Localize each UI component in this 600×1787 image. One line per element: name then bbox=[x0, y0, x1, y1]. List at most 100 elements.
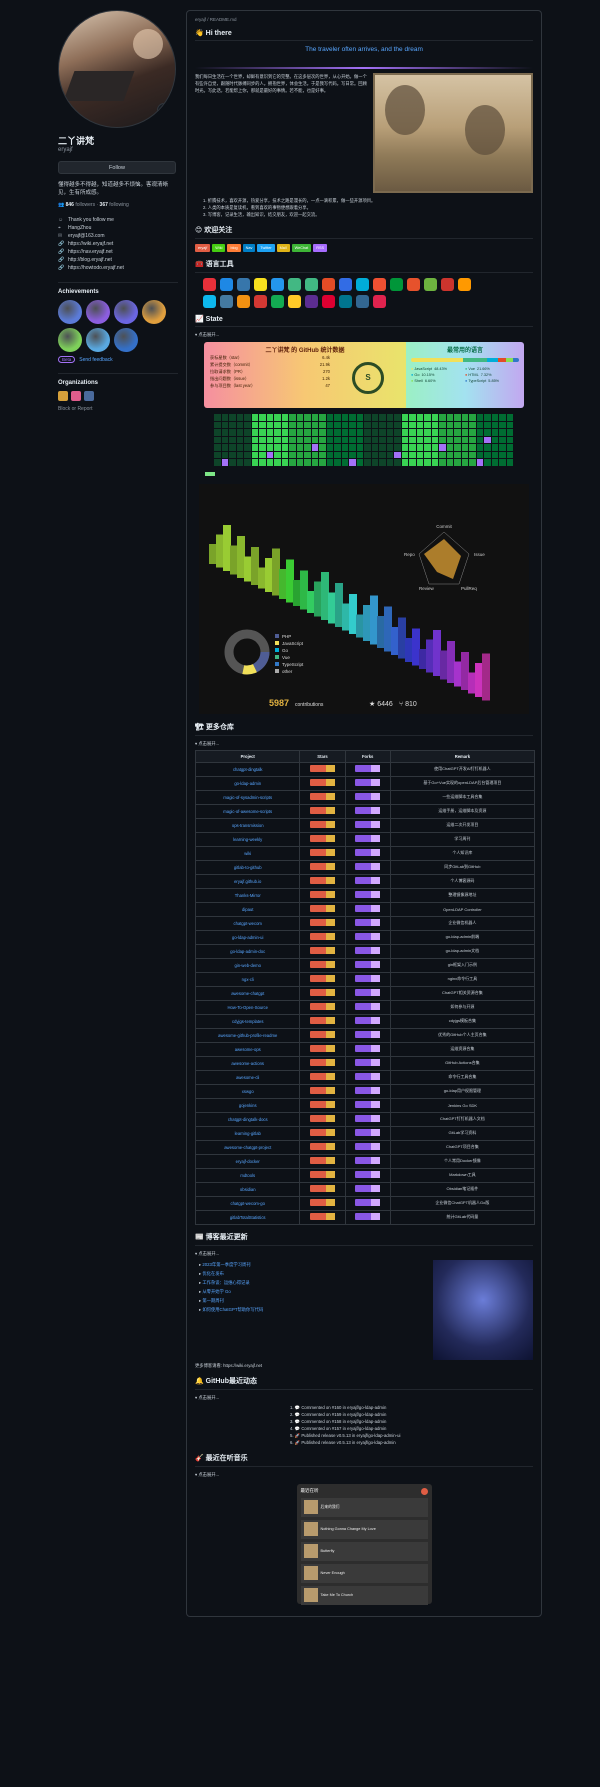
achievement-badge[interactable] bbox=[58, 328, 82, 352]
forks-badge[interactable] bbox=[355, 765, 381, 772]
profile-meta-text[interactable]: https://howtodo.eryajf.net bbox=[68, 264, 124, 272]
profile-meta-text[interactable]: https://nav.eryajf.net bbox=[68, 248, 113, 256]
repo-link[interactable]: ops-transmission bbox=[232, 823, 264, 828]
achievement-badge[interactable] bbox=[86, 328, 110, 352]
repo-link[interactable]: Thanks-Mirror bbox=[235, 893, 261, 898]
achievement-badge[interactable] bbox=[114, 300, 138, 324]
repo-link[interactable]: dipaut bbox=[242, 907, 253, 912]
stars-badge[interactable] bbox=[310, 1129, 336, 1136]
stars-badge[interactable] bbox=[310, 1017, 336, 1024]
forks-badge[interactable] bbox=[355, 1157, 381, 1164]
stars-badge[interactable] bbox=[310, 1199, 336, 1206]
forks-badge[interactable] bbox=[355, 1143, 381, 1150]
repo-link[interactable]: awesome-ops bbox=[235, 1047, 261, 1052]
repo-link[interactable]: chatgpt-wecom bbox=[234, 921, 262, 926]
profile-meta-item[interactable]: 🔗 http://blog.eryajf.net bbox=[58, 256, 178, 264]
stars-badge[interactable] bbox=[310, 1087, 336, 1094]
stars-badge[interactable] bbox=[310, 1045, 336, 1052]
repo-link[interactable]: chatgpt-dingtalk bbox=[233, 767, 263, 772]
repo-link[interactable]: awesome-cli bbox=[236, 1075, 259, 1080]
stars-badge[interactable] bbox=[310, 1031, 336, 1038]
stars-badge[interactable] bbox=[310, 793, 336, 800]
stars-badge[interactable] bbox=[310, 765, 336, 772]
stars-badge[interactable] bbox=[310, 975, 336, 982]
forks-badge[interactable] bbox=[355, 1017, 381, 1024]
forks-badge[interactable] bbox=[355, 821, 381, 828]
activity-item[interactable]: 5. 🚀 Published release v0.5.13 in eryajf… bbox=[290, 1432, 533, 1439]
repo-link[interactable]: gojenkins bbox=[239, 1103, 257, 1108]
repo-link[interactable]: obsidian bbox=[240, 1187, 256, 1192]
blog-link[interactable]: 工作杂谈：运维心得记录 bbox=[202, 1280, 249, 1285]
profile-meta-item[interactable]: 🔗 https://howtodo.eryajf.net bbox=[58, 264, 178, 272]
achievement-badge[interactable] bbox=[142, 300, 166, 324]
forks-badge[interactable] bbox=[355, 975, 381, 982]
stars-badge[interactable] bbox=[310, 807, 336, 814]
repo-link[interactable]: chatgpt-wecom-go bbox=[231, 1201, 265, 1206]
repo-link[interactable]: go-ldap-admin-doc bbox=[230, 949, 265, 954]
achievement-badge[interactable] bbox=[114, 328, 138, 352]
link-badge[interactable]: blog bbox=[227, 244, 241, 252]
repo-link[interactable]: learning-gitlab bbox=[235, 1131, 261, 1136]
block-or-report-link[interactable]: Block or Report bbox=[58, 406, 178, 412]
link-badge[interactable]: Nav bbox=[242, 244, 256, 252]
activity-item[interactable]: 6. 🚀 Published release v0.5.13 in eryajf… bbox=[290, 1439, 533, 1446]
repo-link[interactable]: awesome-actions bbox=[231, 1061, 264, 1066]
stars-badge[interactable] bbox=[310, 835, 336, 842]
forks-badge[interactable] bbox=[355, 835, 381, 842]
gh-fold-toggle[interactable]: ▾ 点击展开... bbox=[195, 1395, 533, 1401]
stars-badge[interactable] bbox=[310, 1059, 336, 1066]
music-fold-toggle[interactable]: ▾ 点击展开... bbox=[195, 1472, 533, 1478]
forks-badge[interactable] bbox=[355, 891, 381, 898]
stars-badge[interactable] bbox=[310, 1157, 336, 1164]
link-badge[interactable]: Mail bbox=[276, 244, 290, 252]
status-emoji-icon[interactable]: ✦ bbox=[157, 103, 171, 117]
forks-badge[interactable] bbox=[355, 1213, 381, 1220]
repo-link[interactable]: go-ldap-admin-ui bbox=[232, 935, 263, 940]
forks-badge[interactable] bbox=[355, 1185, 381, 1192]
forks-badge[interactable] bbox=[355, 877, 381, 884]
repo-link[interactable]: wiki bbox=[244, 851, 251, 856]
stars-badge[interactable] bbox=[310, 891, 336, 898]
stars-badge[interactable] bbox=[310, 947, 336, 954]
achievement-badge[interactable] bbox=[58, 300, 82, 324]
forks-badge[interactable] bbox=[355, 1073, 381, 1080]
stars-badge[interactable] bbox=[310, 961, 336, 968]
repo-link[interactable]: xswgo bbox=[242, 1089, 254, 1094]
blog-link[interactable]: 优化在发布 bbox=[202, 1271, 223, 1276]
stars-badge[interactable] bbox=[310, 863, 336, 870]
repo-link[interactable]: awesome-github-profile-readme bbox=[218, 1033, 277, 1038]
activity-item[interactable]: 4. 💬 Commented on #157 in eryajf/go-ldap… bbox=[290, 1425, 533, 1432]
repo-link[interactable]: mdtools bbox=[240, 1173, 255, 1178]
song-item[interactable]: Take Me To Church bbox=[300, 1585, 428, 1605]
forks-badge[interactable] bbox=[355, 919, 381, 926]
repo-link[interactable]: ngx-cli bbox=[242, 977, 254, 982]
repo-link[interactable]: How-To-Open-Source bbox=[227, 1005, 268, 1010]
forks-badge[interactable] bbox=[355, 1129, 381, 1136]
forks-badge[interactable] bbox=[355, 1031, 381, 1038]
repo-link[interactable]: magic-of-sysadmin-scripts bbox=[223, 795, 272, 800]
profile-meta-item[interactable]: 🔗 https://wiki.eryajf.net bbox=[58, 240, 178, 248]
repo-link[interactable]: awesome-chatgpt bbox=[231, 991, 264, 996]
repo-link[interactable]: eryajf-docker bbox=[236, 1159, 260, 1164]
stars-badge[interactable] bbox=[310, 821, 336, 828]
profile-meta-item[interactable]: 🔗 https://nav.eryajf.net bbox=[58, 248, 178, 256]
stars-badge[interactable] bbox=[310, 1171, 336, 1178]
blog-more-link[interactable]: 更多博客请看: https://wiki.eryajf.net bbox=[195, 1363, 533, 1369]
organization-avatar[interactable] bbox=[84, 391, 94, 401]
stars-badge[interactable] bbox=[310, 989, 336, 996]
forks-badge[interactable] bbox=[355, 863, 381, 870]
stars-badge[interactable] bbox=[310, 1003, 336, 1010]
forks-badge[interactable] bbox=[355, 1199, 381, 1206]
blog-link[interactable]: 2023年第一季度学习周刊 bbox=[202, 1262, 250, 1267]
repo-link[interactable]: learning-weekly bbox=[233, 837, 262, 842]
link-badge[interactable]: eryajf bbox=[195, 244, 211, 252]
netease-icon[interactable] bbox=[420, 1487, 428, 1495]
following-label[interactable]: following bbox=[109, 202, 128, 208]
followers-count[interactable]: 846 bbox=[66, 202, 74, 208]
song-item[interactable]: Never Enough bbox=[300, 1563, 428, 1583]
forks-badge[interactable] bbox=[355, 807, 381, 814]
forks-badge[interactable] bbox=[355, 1059, 381, 1066]
blog-link[interactable]: 第一期周刊 bbox=[202, 1298, 223, 1303]
forks-badge[interactable] bbox=[355, 933, 381, 940]
stars-badge[interactable] bbox=[310, 1101, 336, 1108]
